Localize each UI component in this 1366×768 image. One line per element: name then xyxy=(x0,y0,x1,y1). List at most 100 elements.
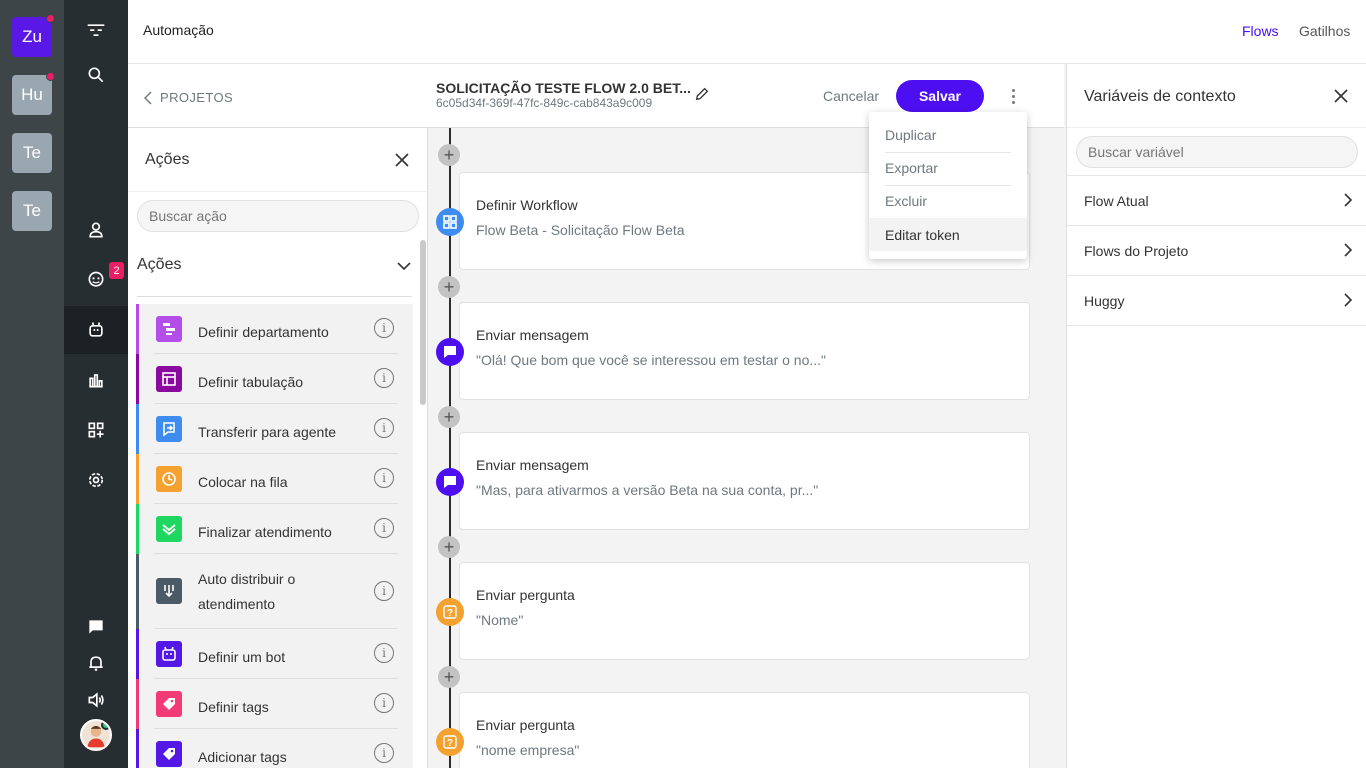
flow-step-card[interactable]: Enviar pergunta "nome empresa" xyxy=(459,692,1030,768)
svg-text:?: ? xyxy=(447,738,453,749)
tag-icon xyxy=(156,691,182,717)
transfer-icon xyxy=(156,416,182,442)
tab-flows[interactable]: Flows xyxy=(1242,23,1279,39)
menu-item-duplicar[interactable]: Duplicar xyxy=(869,118,1027,151)
chevron-right-icon xyxy=(1344,243,1353,257)
menu-item-excluir[interactable]: Excluir xyxy=(869,184,1027,217)
question-icon: ? xyxy=(436,728,464,756)
pencil-icon[interactable] xyxy=(694,86,710,102)
save-button[interactable]: Salvar xyxy=(896,80,984,112)
chevron-right-icon xyxy=(1344,193,1353,207)
tab-gatilhos[interactable]: Gatilhos xyxy=(1299,23,1350,39)
step-title: Enviar pergunta xyxy=(476,587,575,603)
step-title: Enviar pergunta xyxy=(476,717,575,733)
action-definir-departamento[interactable]: Definir departamento i xyxy=(136,304,413,354)
info-icon[interactable]: i xyxy=(374,468,394,488)
department-icon xyxy=(156,316,182,342)
double-check-icon xyxy=(156,516,182,542)
add-step-button[interactable]: + xyxy=(438,144,460,166)
flow-step-card[interactable]: Enviar mensagem "Mas, para ativarmos a v… xyxy=(459,432,1030,530)
info-icon[interactable]: i xyxy=(374,581,394,601)
search-icon[interactable] xyxy=(64,51,128,99)
var-row-flow-atual[interactable]: Flow Atual xyxy=(1067,176,1366,226)
step-detail: "Olá! Que bom que você se interessou em … xyxy=(476,352,827,368)
reports-icon[interactable] xyxy=(64,356,128,404)
workflow-icon xyxy=(436,208,464,236)
info-icon[interactable]: i xyxy=(374,518,394,538)
avatar[interactable] xyxy=(80,719,112,751)
action-definir-um-bot[interactable]: Definir um bot i xyxy=(136,629,413,679)
vars-panel-header: Variáveis de contexto xyxy=(1067,64,1366,128)
actions-scrollbar[interactable] xyxy=(420,240,426,405)
contacts-icon[interactable] xyxy=(64,206,128,254)
add-step-button[interactable]: + xyxy=(438,536,460,558)
chat-icon[interactable]: 2 xyxy=(64,256,128,304)
distribute-icon xyxy=(156,578,182,604)
nav-rail: 2 xyxy=(64,0,128,768)
workspace-hu[interactable]: Hu xyxy=(12,72,55,115)
actions-section-title: Ações xyxy=(137,256,182,273)
action-label: Definir um bot xyxy=(198,649,286,665)
actions-list: Definir departamento i Definir tabulação… xyxy=(136,304,413,768)
action-label: Adicionar tags xyxy=(198,749,287,765)
cancel-button[interactable]: Cancelar xyxy=(823,88,879,104)
action-finalizar-atendimento[interactable]: Finalizar atendimento i xyxy=(136,504,413,554)
info-icon[interactable]: i xyxy=(374,418,394,438)
action-label: Colocar na fila xyxy=(198,474,288,490)
more-options-icon[interactable] xyxy=(1006,84,1020,108)
step-detail: "Nome" xyxy=(476,612,524,628)
step-detail: "Mas, para ativarmos a versão Beta na su… xyxy=(476,482,819,498)
flow-step-card[interactable]: Enviar pergunta "Nome" xyxy=(459,562,1030,660)
info-icon[interactable]: i xyxy=(374,693,394,713)
chevron-right-icon xyxy=(1344,293,1353,307)
action-definir-tags[interactable]: Definir tags i xyxy=(136,679,413,729)
more-options-menu: Duplicar Exportar Excluir Editar token xyxy=(869,112,1027,259)
add-step-button[interactable]: + xyxy=(438,406,460,428)
workspace-zu[interactable]: Zu xyxy=(12,14,55,57)
step-title: Definir Workflow xyxy=(476,197,578,213)
back-to-projects[interactable]: PROJETOS xyxy=(144,90,233,105)
bot-icon[interactable] xyxy=(64,306,128,354)
var-row-flows-do-projeto[interactable]: Flows do Projeto xyxy=(1067,226,1366,276)
close-icon[interactable] xyxy=(1333,88,1349,104)
actions-panel: Ações Ações Definir departamento i Defin… xyxy=(128,128,428,768)
info-icon[interactable]: i xyxy=(374,368,394,388)
flow-id: 6c05d34f-369f-47fc-849c-cab843a9c009 xyxy=(436,96,653,110)
action-auto-distribuir[interactable]: Auto distribuir o atendimento i xyxy=(136,554,413,629)
logo-icon[interactable] xyxy=(64,7,128,55)
actions-panel-header: Ações xyxy=(128,128,427,192)
info-icon[interactable]: i xyxy=(374,643,394,663)
add-step-button[interactable]: + xyxy=(438,666,460,688)
menu-item-editar-token[interactable]: Editar token xyxy=(869,218,1027,251)
action-adicionar-tags[interactable]: Adicionar tags i xyxy=(136,729,413,768)
notification-dot xyxy=(46,72,55,81)
action-colocar-na-fila[interactable]: Colocar na fila i xyxy=(136,454,413,504)
flow-step-card[interactable]: Enviar mensagem "Olá! Que bom que você s… xyxy=(459,302,1030,400)
online-status xyxy=(101,721,110,730)
settings-icon[interactable] xyxy=(64,456,128,504)
action-label: Auto distribuir o atendimento xyxy=(198,571,296,612)
notification-dot xyxy=(46,14,55,23)
info-icon[interactable]: i xyxy=(374,318,394,338)
actions-panel-title: Ações xyxy=(145,151,190,168)
variable-search-input[interactable] xyxy=(1076,136,1358,168)
step-title: Enviar mensagem xyxy=(476,457,589,473)
apps-icon[interactable] xyxy=(64,406,128,454)
add-step-button[interactable]: + xyxy=(438,276,460,298)
svg-text:?: ? xyxy=(447,608,453,619)
info-icon[interactable]: i xyxy=(374,743,394,763)
menu-item-exportar[interactable]: Exportar xyxy=(869,151,1027,184)
close-icon[interactable] xyxy=(394,152,410,168)
step-detail: Flow Beta - Solicitação Flow Beta xyxy=(476,222,685,238)
workspace-te-1[interactable]: Te xyxy=(12,133,52,173)
workspace-te-2[interactable]: Te xyxy=(12,191,52,231)
action-search-input[interactable] xyxy=(137,200,419,232)
chevron-down-icon[interactable] xyxy=(396,258,412,274)
volume-icon[interactable] xyxy=(64,676,128,724)
action-transferir-para-agente[interactable]: Transferir para agente i xyxy=(136,404,413,454)
message-icon xyxy=(436,338,464,366)
workspace-rail: Zu Hu Te Te xyxy=(0,0,64,768)
action-definir-tabulacao[interactable]: Definir tabulação i xyxy=(136,354,413,404)
var-row-huggy[interactable]: Huggy xyxy=(1067,276,1366,326)
clock-icon xyxy=(156,466,182,492)
